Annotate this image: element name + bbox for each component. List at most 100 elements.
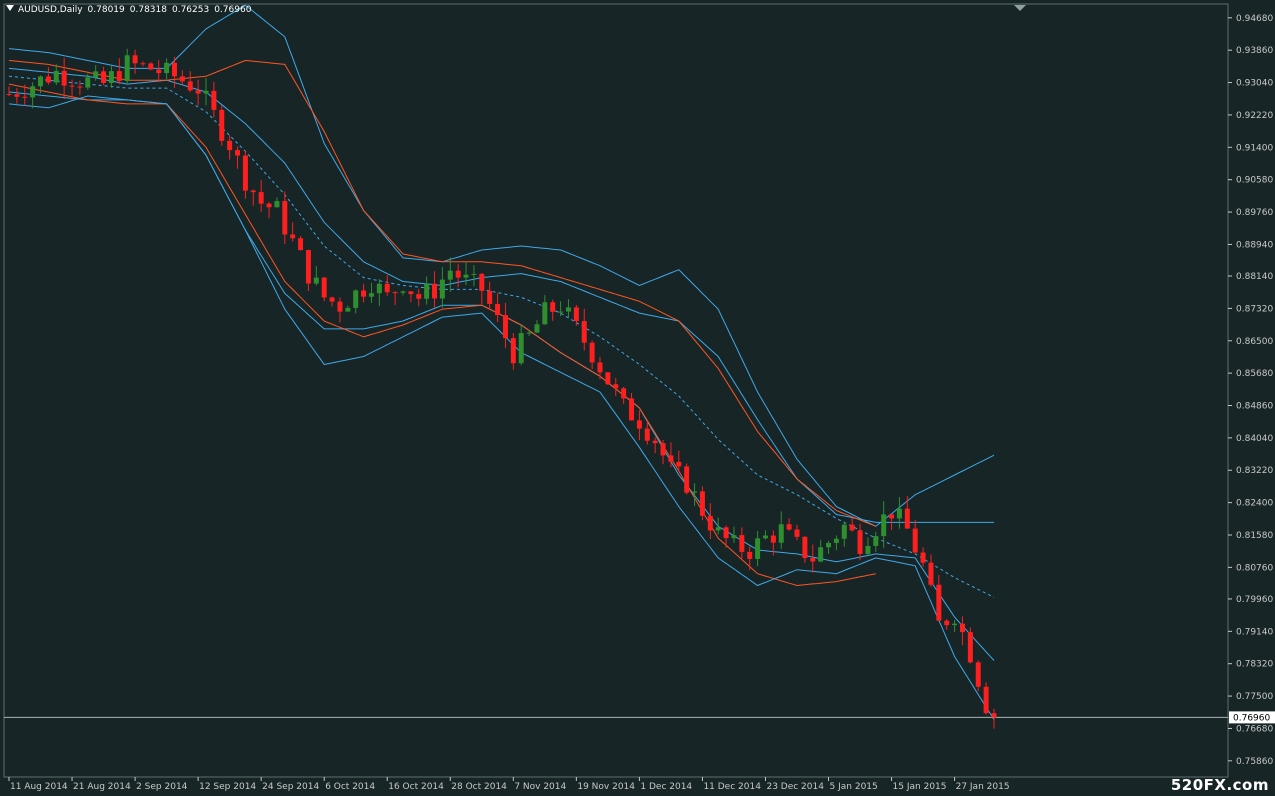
candle-bull [164, 62, 170, 74]
candle-bull [818, 547, 824, 562]
watermark: 520FX.com [1170, 776, 1269, 794]
candle-bear [928, 562, 934, 585]
open-value: 0.78019 [87, 5, 125, 15]
candle-bull [896, 508, 902, 519]
candle-bear [227, 140, 233, 151]
candle-bear [802, 536, 808, 559]
y-tick-label: 0.76680 [1236, 724, 1273, 734]
candle-bull [313, 277, 319, 284]
x-tick-label: 6 Oct 2014 [325, 782, 375, 792]
candle-bear [187, 81, 193, 91]
y-tick-label: 0.80760 [1236, 563, 1273, 573]
candle-bear [479, 273, 485, 291]
candle-bear [211, 90, 217, 110]
candle-bear [416, 294, 422, 299]
candle-bull [534, 324, 540, 333]
y-tick-label: 0.91400 [1236, 143, 1273, 153]
candle-bull [865, 545, 871, 554]
candle-bear [975, 662, 981, 687]
x-tick-label: 19 Nov 2014 [577, 782, 635, 792]
midline-line [8, 75, 995, 598]
candle-bear [991, 713, 997, 718]
x-tick-label: 28 Oct 2014 [451, 782, 507, 792]
y-tick-label: 0.88940 [1236, 240, 1273, 250]
candle-bear [392, 292, 398, 294]
candle-bear [936, 584, 942, 621]
dropdown-triangle-icon[interactable] [6, 5, 14, 11]
x-tick-label: 5 Jan 2015 [830, 782, 878, 792]
candle-bull [952, 623, 958, 626]
x-tick-label: 21 Aug 2014 [73, 782, 131, 792]
low-value: 0.76253 [171, 5, 210, 15]
candle-bear [77, 86, 83, 88]
close-value: 0.76960 [214, 5, 252, 15]
x-tick-label: 16 Oct 2014 [388, 782, 444, 792]
candle-bull [447, 270, 453, 280]
candle-bear [629, 398, 635, 421]
y-tick-label: 0.81580 [1236, 531, 1273, 541]
candle-bear [597, 362, 603, 373]
candle-bear [45, 76, 51, 83]
candle-bull [526, 332, 532, 334]
candle-bear [983, 686, 989, 714]
band-inner-upper-line [8, 4, 995, 527]
candle-bull [762, 535, 768, 539]
x-tick-label: 1 Dec 2014 [640, 782, 692, 792]
y-tick-label: 0.93860 [1236, 46, 1273, 56]
x-tick-label: 7 Nov 2014 [514, 782, 566, 792]
candle-bear [195, 90, 201, 94]
candle-bull [439, 279, 445, 299]
band-outer-lower-line [8, 83, 876, 587]
candle-bear [266, 203, 272, 208]
candle-bear [321, 277, 327, 298]
candle-bear [959, 623, 965, 633]
candle-bear [944, 620, 950, 626]
y-tick-label: 0.88140 [1236, 272, 1273, 282]
candle-bull [778, 524, 784, 543]
candle-bear [739, 535, 745, 552]
x-tick-label: 11 Aug 2014 [10, 782, 68, 792]
x-tick-label: 11 Dec 2014 [703, 782, 761, 792]
candle-bear [101, 71, 107, 84]
high-value: 0.78318 [129, 5, 167, 15]
band-inner-lower-line [8, 91, 995, 661]
candle-bear [510, 338, 516, 364]
chart-header: AUDUSD,Daily 0.78019 0.78318 0.76253 0.76960 [6, 5, 256, 15]
candle-bull [471, 273, 477, 275]
x-tick-label: 27 Jan 2015 [956, 782, 1010, 792]
candle-bear [298, 238, 304, 251]
price-chart[interactable]: 0.94680 0.93860 0.93040 0.92220 0.91400 0.905… [0, 0, 1275, 796]
candle-bull [274, 201, 280, 208]
candle-bull [368, 293, 374, 297]
candle-bull [38, 76, 44, 87]
candle-bear [794, 529, 800, 537]
candle-bull [692, 491, 698, 493]
y-tick-label: 0.90580 [1236, 176, 1273, 186]
candle-bear [495, 303, 501, 316]
candle-bull [53, 70, 59, 83]
candle-bull [558, 311, 564, 313]
candle-bear [810, 558, 816, 562]
y-tick-label: 0.84040 [1236, 434, 1273, 444]
chart-shift-marker-icon[interactable] [1014, 5, 1026, 11]
candle-bear [408, 291, 414, 295]
candle-bull [108, 71, 114, 84]
candle-bear [6, 94, 12, 96]
candle-bear [904, 508, 910, 529]
candle-bull [463, 274, 469, 278]
candle-bull [542, 302, 548, 325]
candle-bear [140, 63, 146, 65]
candle-bear [250, 190, 256, 193]
candle-bear [148, 63, 154, 70]
candle-bear [502, 315, 508, 339]
candle-bear [920, 552, 926, 563]
y-tick-label: 0.82400 [1236, 499, 1273, 509]
x-tick-label: 24 Sep 2014 [262, 782, 319, 792]
candle-bull [833, 538, 839, 543]
candle-bear [132, 55, 138, 64]
candle-bear [432, 283, 438, 299]
y-tick-label: 0.79960 [1236, 595, 1273, 605]
candle-bear [747, 551, 753, 559]
y-tick-label: 0.78320 [1236, 660, 1273, 670]
band-inner-mid-line [8, 67, 994, 523]
